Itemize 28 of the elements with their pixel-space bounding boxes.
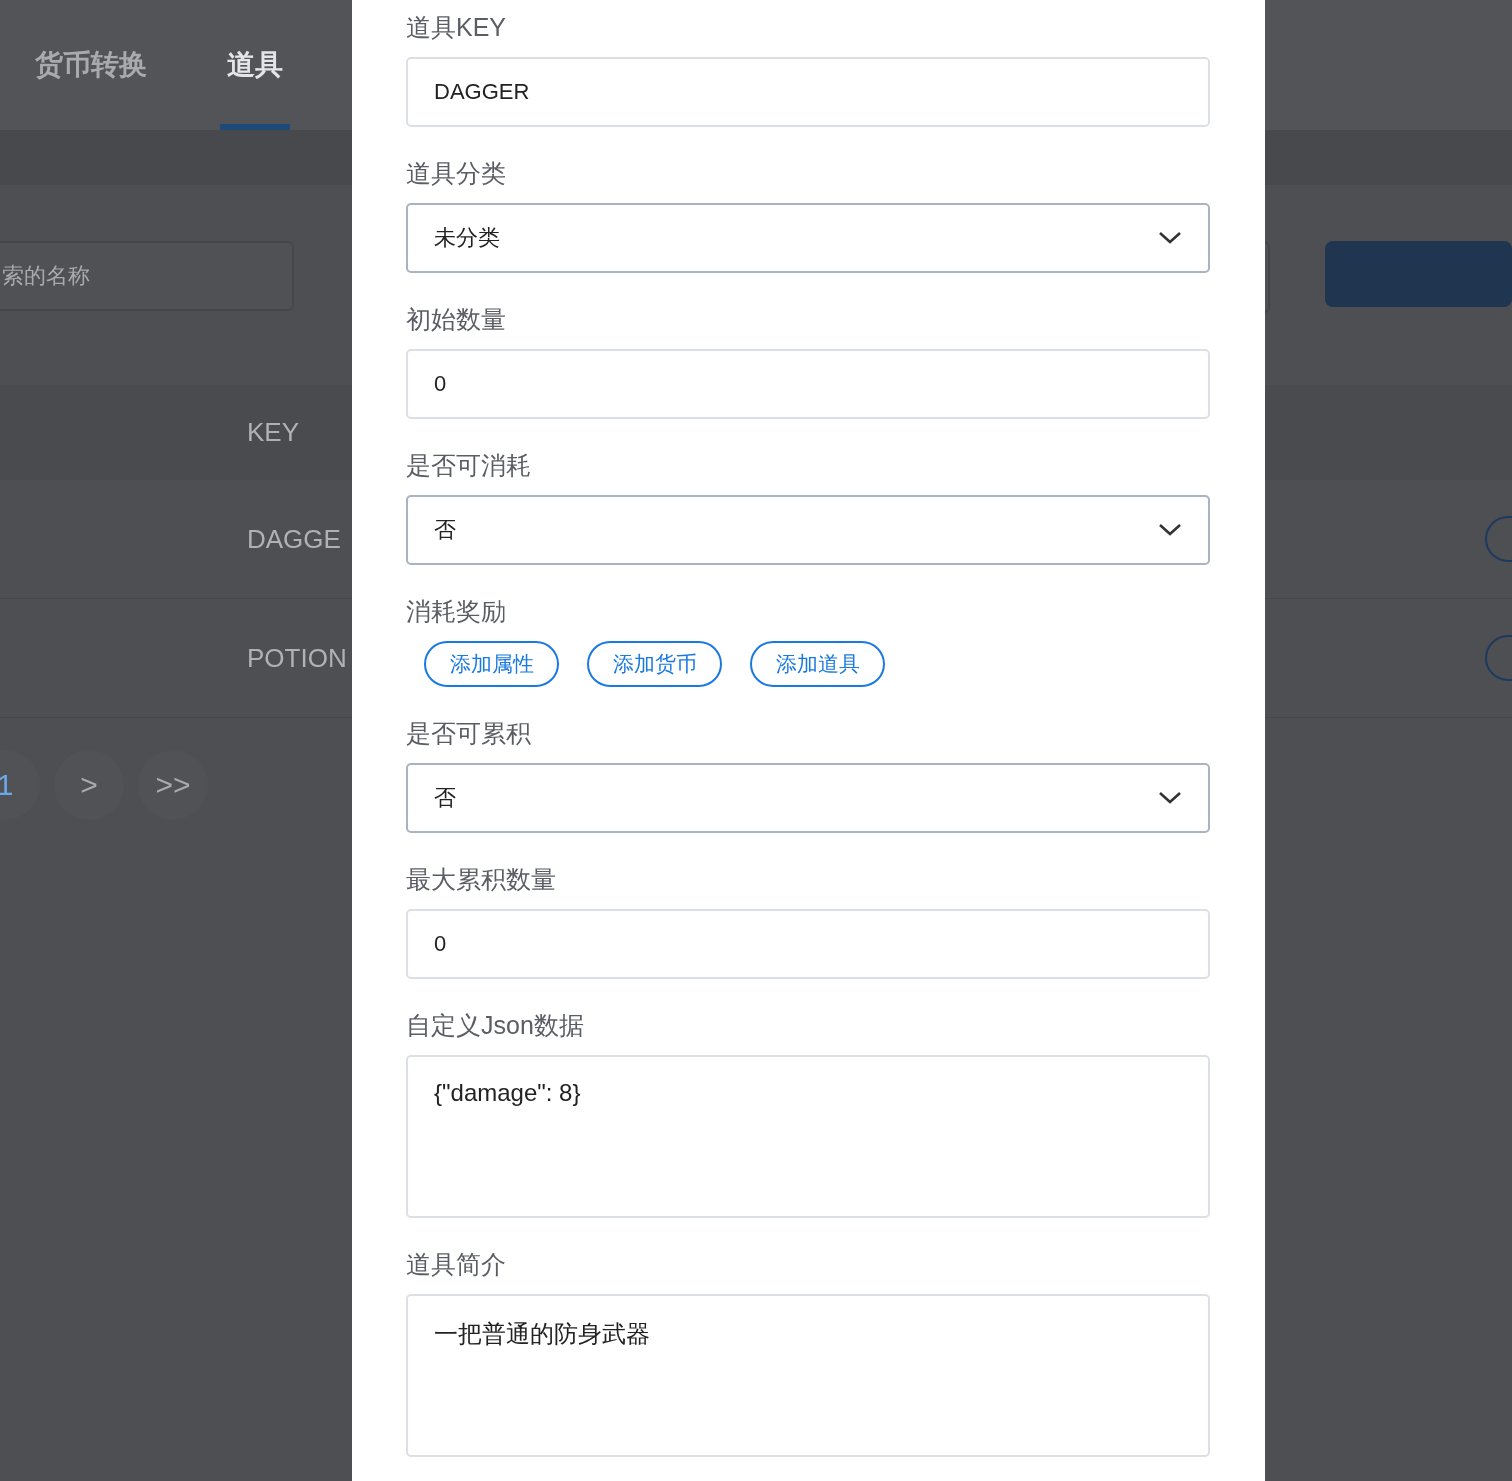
input-field[interactable]: 0: [406, 349, 1210, 419]
field-label: 初始数量: [406, 304, 507, 335]
chevron-down-icon: [1158, 523, 1182, 537]
field-label: 是否可累积: [406, 718, 532, 749]
add-button[interactable]: 添加货币: [587, 641, 722, 687]
field-label: 道具分类: [406, 158, 507, 189]
field-label: 消耗奖励: [406, 596, 507, 627]
column-header: KEY: [247, 417, 300, 448]
field-label: 道具简介: [406, 1249, 507, 1280]
search-field[interactable]: 索的名称: [0, 241, 294, 311]
add-button[interactable]: 添加道具: [750, 641, 885, 687]
text-area[interactable]: 一把普通的防身武器: [406, 1294, 1210, 1457]
select-field[interactable]: 否: [406, 763, 1210, 833]
field-label: 自定义Json数据: [406, 1010, 585, 1041]
action-button[interactable]: [1324, 241, 1512, 307]
field-label: 是否可消耗: [406, 450, 532, 481]
input-field[interactable]: DAGGER: [406, 57, 1210, 127]
input-field[interactable]: 0: [406, 909, 1210, 979]
select-field[interactable]: 否: [406, 495, 1210, 565]
text-area[interactable]: {"damage": 8}: [406, 1055, 1210, 1218]
field-label: 最大累积数量: [406, 864, 557, 895]
select-field[interactable]: 未分类: [406, 203, 1210, 273]
chevron-down-icon: [1158, 231, 1182, 245]
table-cell: DAGGE: [247, 523, 341, 555]
chevron-down-icon: [1158, 791, 1182, 805]
table-cell: POTION: [247, 642, 347, 674]
field-label: 道具KEY: [406, 12, 508, 43]
add-button[interactable]: 添加属性: [424, 641, 559, 687]
